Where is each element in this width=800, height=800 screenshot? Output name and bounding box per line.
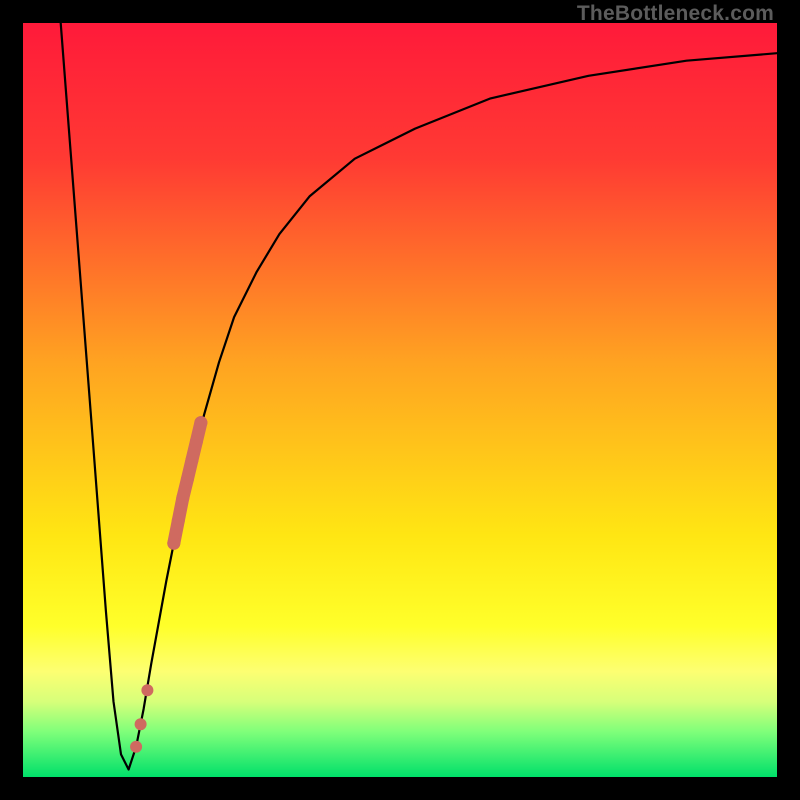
plot-area <box>23 23 777 777</box>
chart-frame: TheBottleneck.com <box>0 0 800 800</box>
watermark-text: TheBottleneck.com <box>577 2 774 26</box>
highlight-markers <box>130 416 207 753</box>
marker-dot <box>135 718 147 730</box>
marker-dot <box>176 492 189 505</box>
marker-dot <box>190 435 203 448</box>
marker-dot <box>185 454 198 467</box>
marker-dot <box>141 684 153 696</box>
marker-dot <box>130 741 142 753</box>
marker-dot <box>172 514 185 527</box>
curve-layer <box>23 23 777 777</box>
marker-dot <box>194 416 207 429</box>
marker-dot <box>181 473 194 486</box>
bottleneck-curve <box>61 23 777 770</box>
marker-dot <box>167 537 180 550</box>
